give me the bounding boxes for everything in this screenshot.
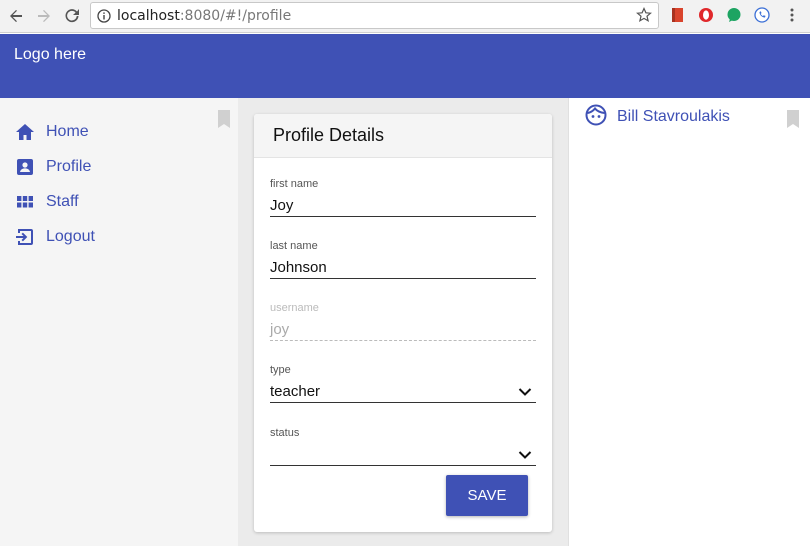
save-button[interactable]: SAVE [446,475,528,516]
url-path: :8080/#!/profile [179,8,292,24]
back-icon[interactable] [6,6,26,26]
user-row[interactable]: Bill Stavroulakis [585,104,730,131]
face-icon [585,104,607,131]
profile-icon [14,156,36,178]
sidebar-item-staff[interactable]: Staff [14,190,79,214]
home-icon [14,121,36,143]
browser-toolbar: localhost:8080/#!/profile [0,0,810,33]
username-field: username joy [270,302,536,341]
first-name-input[interactable]: Joy [270,192,536,214]
grid-icon [14,191,36,213]
bookmark-icon[interactable] [217,110,231,128]
first-name-underline [270,216,536,217]
last-name-label: last name [270,240,318,252]
last-name-field[interactable]: last name Johnson [270,240,536,279]
app-header: Logo here [0,34,810,98]
chevron-down-icon[interactable] [518,384,532,396]
sidebar-item-label: Logout [46,228,95,245]
bookmark-star-icon[interactable] [636,7,652,28]
user-panel: Bill Stavroulakis [568,98,810,546]
status-value[interactable] [270,441,536,463]
sidebar-item-label: Staff [46,193,79,210]
last-name-underline [270,278,536,279]
logout-icon [14,226,36,248]
phone-extension-icon[interactable] [754,7,770,23]
info-icon[interactable] [97,9,111,28]
type-value[interactable]: teacher [270,378,536,400]
username-input: joy [270,321,290,338]
forward-icon[interactable] [34,6,54,26]
username-underline [270,340,536,341]
user-name[interactable]: Bill Stavroulakis [617,108,730,126]
username-label: username [270,302,319,314]
sidebar-item-logout[interactable]: Logout [14,225,95,249]
sidebar-item-profile[interactable]: Profile [14,155,91,179]
type-label: type [270,364,291,376]
last-name-input[interactable]: Johnson [270,254,536,276]
status-select[interactable]: status [270,427,536,466]
page-title: Profile Details [273,125,385,145]
chat-extension-icon[interactable] [726,7,742,23]
address-bar[interactable]: localhost:8080/#!/profile [90,2,659,29]
chevron-down-icon[interactable] [518,447,532,459]
bookmark-icon[interactable] [786,110,800,128]
opera-extension-icon[interactable] [698,7,714,23]
sidebar-item-label: Home [46,123,89,140]
logo[interactable]: Logo here [14,46,86,64]
sidebar: Home Profile Staff Logout [0,98,238,546]
book-extension-icon[interactable] [670,7,686,23]
sidebar-item-label: Profile [46,158,92,175]
url-host: localhost [117,8,180,24]
first-name-field[interactable]: first name Joy [270,178,536,217]
type-select[interactable]: type teacher [270,364,536,403]
main-content: Profile Details first name Joy last name… [238,98,568,546]
first-name-label: first name [270,178,319,190]
url-text: localhost:8080/#!/profile [117,8,291,24]
profile-card: Profile Details first name Joy last name… [254,114,552,532]
reload-icon[interactable] [62,6,82,26]
type-underline [270,402,536,403]
status-label: status [270,427,300,439]
sidebar-item-home[interactable]: Home [14,120,89,144]
card-header: Profile Details [254,114,552,158]
status-underline [270,465,536,466]
menu-dots-icon[interactable] [784,7,800,23]
